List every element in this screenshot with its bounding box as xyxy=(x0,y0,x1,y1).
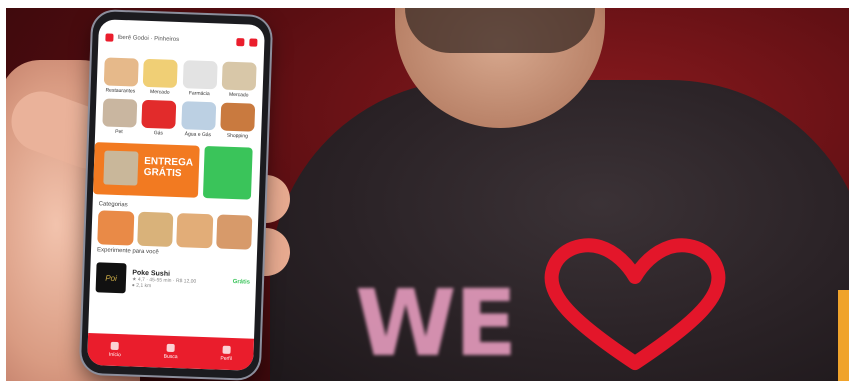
category-tile[interactable]: Mercado xyxy=(221,61,258,99)
nav-home[interactable]: Início xyxy=(108,341,122,359)
category-image xyxy=(102,98,138,128)
nav-profile[interactable]: Perfil xyxy=(220,345,232,363)
filter-icon[interactable] xyxy=(236,38,245,47)
category-tile[interactable]: Pet xyxy=(101,98,138,135)
nav-label: Início xyxy=(108,351,121,359)
category-label: Restaurantes xyxy=(105,87,136,95)
location-pin-icon xyxy=(105,33,114,42)
photo-frame-right xyxy=(849,0,855,387)
app-screen: Iberê Godoi · Pinheiros Restaurantes Mer… xyxy=(87,19,265,371)
promo-banner-secondary[interactable] xyxy=(202,145,253,200)
category-tile[interactable]: Farmácia xyxy=(181,60,218,97)
photo-frame-bottom xyxy=(0,381,855,387)
food-categories-row xyxy=(91,210,258,250)
restaurant-logo: Poi xyxy=(95,262,127,294)
category-tile[interactable]: Restaurantes xyxy=(103,57,140,95)
restaurant-info: Poke Sushi ★ 4,7 · 45-55 min · R$ 12,00 … xyxy=(132,269,197,290)
delivery-address[interactable]: Iberê Godoi · Pinheiros xyxy=(117,35,179,43)
category-label: Água e Gás xyxy=(184,131,212,139)
category-image xyxy=(143,58,178,88)
header-icons xyxy=(236,38,258,47)
beard xyxy=(405,8,595,53)
shirt-text: WE xyxy=(355,270,517,377)
category-label: Gás xyxy=(153,130,164,137)
heart-icon xyxy=(544,238,726,370)
service-categories-grid: Restaurantes Mercado Farmácia Mercado Pe… xyxy=(95,55,264,142)
category-tile[interactable]: Shopping xyxy=(219,102,256,140)
photo-scene: WE Iberê Godoi · Pinheiros Restaurantes xyxy=(0,0,855,387)
food-category-hotdog[interactable] xyxy=(215,214,253,250)
bottom-navigation: Início Busca Perfil xyxy=(87,333,255,371)
category-image xyxy=(182,60,218,90)
category-label: Mercado xyxy=(228,91,249,99)
home-icon xyxy=(110,341,120,351)
category-image xyxy=(221,61,257,91)
app-header: Iberê Godoi · Pinheiros xyxy=(98,19,265,61)
food-category-savory[interactable] xyxy=(176,213,213,249)
food-category-burger[interactable] xyxy=(136,211,174,247)
profile-icon xyxy=(222,345,231,354)
nav-search[interactable]: Busca xyxy=(163,343,178,361)
category-tile[interactable]: Gás xyxy=(141,99,178,137)
category-image xyxy=(220,102,256,132)
category-tile[interactable]: Água e Gás xyxy=(180,101,217,138)
food-category-pizza[interactable] xyxy=(97,210,134,246)
category-tile[interactable]: Mercado xyxy=(142,58,179,96)
nav-label: Busca xyxy=(163,353,178,361)
side-accent-bar xyxy=(838,290,849,385)
category-image xyxy=(103,57,139,87)
category-label: Mercado xyxy=(149,89,170,96)
banner-title-line2: GRÁTIS xyxy=(143,166,182,180)
delivery-box-image xyxy=(103,150,139,186)
category-label: Farmácia xyxy=(188,90,210,98)
photo-frame-left xyxy=(0,0,6,387)
nav-label: Perfil xyxy=(220,355,232,363)
category-label: Shopping xyxy=(226,132,249,140)
photo-frame-top xyxy=(0,0,855,8)
banner-title: ENTREGA GRÁTIS xyxy=(144,156,194,180)
category-image xyxy=(141,99,177,129)
smartphone: Iberê Godoi · Pinheiros Restaurantes Mer… xyxy=(80,11,272,379)
delivery-fee: Grátis xyxy=(232,279,251,286)
search-icon[interactable] xyxy=(249,38,258,47)
category-image xyxy=(181,101,217,131)
category-label: Pet xyxy=(115,128,123,136)
promo-banners: ENTREGA GRÁTIS xyxy=(92,136,261,204)
restaurant-card[interactable]: Poi Poke Sushi ★ 4,7 · 45-55 min · R$ 12… xyxy=(89,256,256,304)
search-icon xyxy=(166,343,176,353)
free-delivery-banner[interactable]: ENTREGA GRÁTIS xyxy=(92,142,200,198)
